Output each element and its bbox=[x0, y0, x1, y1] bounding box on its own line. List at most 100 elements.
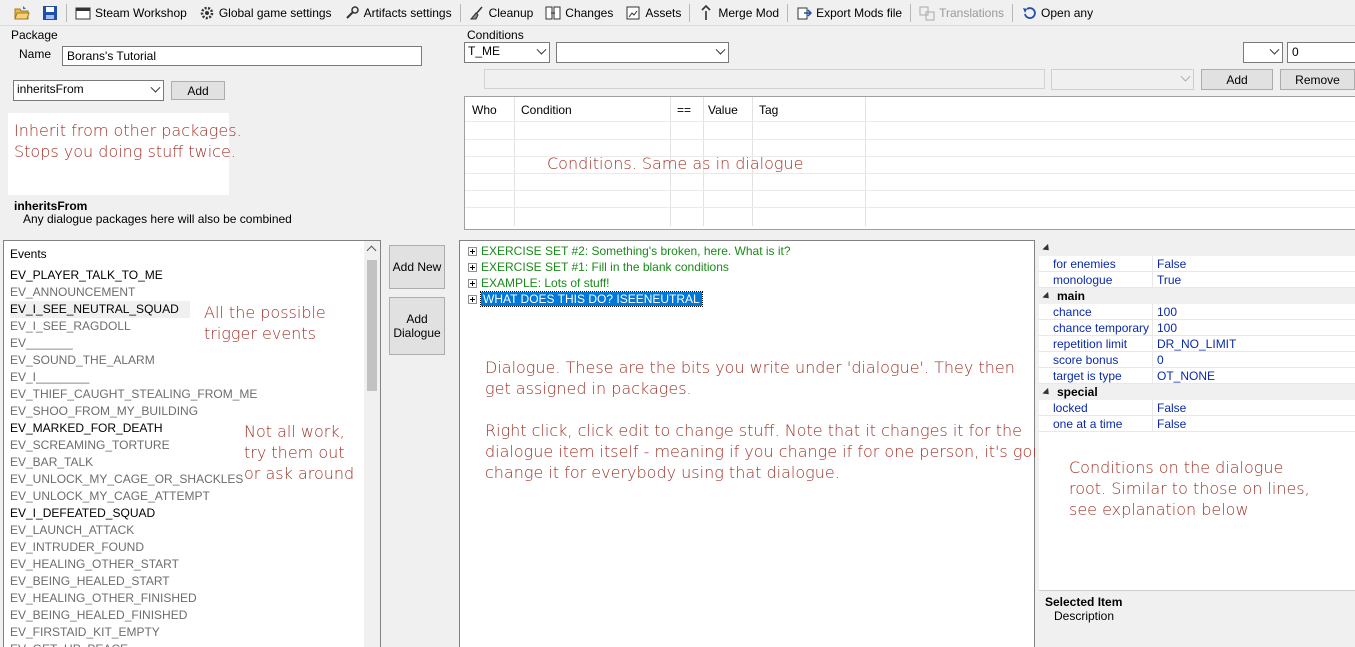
event-item[interactable]: EV_HEALING_OTHER_START bbox=[10, 556, 179, 573]
event-item[interactable]: EV_INTRUDER_FOUND bbox=[10, 539, 144, 556]
property-row[interactable]: for enemies False bbox=[1039, 256, 1355, 272]
column-header-condition[interactable]: Condition bbox=[521, 103, 572, 117]
chevron-up-icon[interactable] bbox=[366, 245, 377, 256]
collapse-triangle-icon[interactable] bbox=[1042, 243, 1052, 253]
add-dialogue-button[interactable]: Add Dialogue bbox=[389, 297, 445, 355]
property-value[interactable]: DR_NO_LIMIT bbox=[1153, 336, 1355, 352]
event-item[interactable]: EV_LAUNCH_ATTACK bbox=[10, 522, 134, 539]
column-header-equals[interactable]: == bbox=[677, 103, 691, 117]
condition-add-button[interactable]: Add bbox=[1201, 69, 1273, 90]
artifacts-settings-button[interactable]: Artifacts settings bbox=[338, 2, 458, 24]
condition-tag-combo[interactable] bbox=[1051, 69, 1194, 90]
collapse-triangle-icon[interactable] bbox=[1042, 387, 1052, 397]
inherits-from-combo[interactable]: inheritsFrom bbox=[13, 80, 164, 101]
event-item[interactable]: EV_MARKED_FOR_DEATH bbox=[10, 420, 162, 437]
open-folder-icon bbox=[14, 5, 30, 21]
condition-text-input[interactable] bbox=[484, 69, 1045, 89]
save-button[interactable] bbox=[36, 2, 64, 24]
collapse-triangle-icon[interactable] bbox=[1042, 291, 1052, 301]
export-mods-button[interactable]: Export Mods file bbox=[790, 2, 908, 24]
event-item[interactable]: EV_I_SEE_NEUTRAL_SQUAD bbox=[10, 301, 190, 318]
property-grid[interactable]: for enemies False monologue True main chanc… bbox=[1039, 240, 1355, 590]
condition-who-combo[interactable]: T_ME bbox=[464, 42, 550, 63]
event-item[interactable]: EV_BEING_HEALED_FINISHED bbox=[10, 607, 187, 624]
merge-mod-button[interactable]: Merge Mod bbox=[692, 2, 785, 24]
condition-value-stepper[interactable]: 0 bbox=[1287, 42, 1355, 63]
property-row[interactable]: chance permanent100 bbox=[1039, 304, 1355, 335]
condition-compare-combo[interactable] bbox=[1243, 42, 1283, 63]
property-value[interactable]: OT_NONE bbox=[1153, 368, 1355, 384]
property-value[interactable]: 100 bbox=[1153, 304, 1355, 320]
tree-node-label[interactable]: WHAT DOES THIS DO? ISEENEUTRAL bbox=[480, 291, 703, 307]
selected-item-description: Description bbox=[1054, 609, 1115, 623]
scrollbar-thumb[interactable] bbox=[367, 260, 377, 391]
property-name: target is type bbox=[1039, 368, 1153, 384]
inherit-add-button[interactable]: Add bbox=[171, 81, 225, 100]
property-value[interactable]: False bbox=[1153, 400, 1355, 416]
assets-button[interactable]: Assets bbox=[619, 2, 687, 24]
tree-node[interactable]: EXERCISE SET #2: Something's broken, her… bbox=[468, 243, 791, 259]
event-item[interactable]: EV_UNLOCK_MY_CAGE_ATTEMPT bbox=[10, 488, 210, 505]
global-settings-button[interactable]: Global game settings bbox=[193, 2, 338, 24]
chevron-down-icon bbox=[1180, 71, 1191, 82]
open-folder-button[interactable] bbox=[8, 2, 36, 24]
property-row[interactable]: score bonus 0 bbox=[1039, 352, 1355, 368]
event-item[interactable]: EV_______ bbox=[10, 335, 73, 352]
cleanup-button[interactable]: Cleanup bbox=[463, 2, 540, 24]
expand-plus-icon[interactable] bbox=[468, 246, 477, 256]
event-item[interactable]: EV_ANNOUNCEMENT bbox=[10, 284, 135, 301]
event-item[interactable]: EV_HEALING_OTHER_FINISHED bbox=[10, 590, 197, 607]
event-item[interactable]: EV_PLAYER_TALK_TO_ME bbox=[10, 267, 163, 284]
event-item[interactable]: EV_I________ bbox=[10, 369, 89, 386]
property-value[interactable]: 100 bbox=[1153, 320, 1355, 336]
event-item[interactable]: EV_BEING_HEALED_START bbox=[10, 573, 170, 590]
event-item[interactable]: EV_SCREAMING_TORTURE bbox=[10, 437, 170, 454]
window-icon bbox=[75, 5, 91, 21]
expand-plus-icon[interactable] bbox=[468, 278, 477, 288]
toolbar-separator bbox=[66, 3, 67, 22]
property-row[interactable]: one at a time False bbox=[1039, 416, 1355, 432]
property-value[interactable]: True bbox=[1153, 272, 1355, 288]
event-item[interactable]: EV_SOUND_THE_ALARM bbox=[10, 352, 155, 369]
condition-type-combo[interactable] bbox=[556, 42, 729, 63]
add-new-button[interactable]: Add New bbox=[389, 245, 445, 289]
events-scrollbar[interactable] bbox=[364, 241, 380, 647]
event-item[interactable]: EV_BAR_TALK bbox=[10, 454, 93, 471]
tree-node-label[interactable]: EXERCISE SET #2: Something's broken, her… bbox=[481, 244, 791, 258]
event-item[interactable]: EV_FIRSTAID_KIT_EMPTY bbox=[10, 624, 160, 641]
property-row[interactable]: locked False bbox=[1039, 400, 1355, 416]
tree-node[interactable]: WHAT DOES THIS DO? ISEENEUTRAL bbox=[468, 291, 703, 307]
tree-node[interactable]: EXERCISE SET #1: Fill in the blank condi… bbox=[468, 259, 729, 275]
event-item[interactable]: EV_GET_UP_PEACE bbox=[10, 641, 128, 647]
column-header-who[interactable]: Who bbox=[472, 103, 497, 117]
package-name-input[interactable]: Borans's Tutorial bbox=[62, 46, 422, 66]
tree-node-label[interactable]: EXAMPLE: Lots of stuff! bbox=[481, 276, 610, 290]
property-value[interactable]: 0 bbox=[1153, 352, 1355, 368]
open-any-button[interactable]: Open any bbox=[1015, 2, 1099, 24]
translations-button[interactable]: Translations bbox=[913, 2, 1010, 24]
column-header-value[interactable]: Value bbox=[708, 103, 738, 117]
expand-plus-icon[interactable] bbox=[468, 294, 477, 304]
event-item[interactable]: EV_I_SEE_RAGDOLL bbox=[10, 318, 131, 335]
property-value[interactable]: False bbox=[1153, 256, 1355, 272]
condition-remove-button[interactable]: Remove bbox=[1280, 69, 1355, 90]
property-row[interactable]: monologue True bbox=[1039, 272, 1355, 288]
property-category-top[interactable] bbox=[1039, 240, 1355, 256]
tree-node[interactable]: EXAMPLE: Lots of stuff! bbox=[468, 275, 610, 291]
property-value[interactable]: False bbox=[1153, 416, 1355, 432]
tree-node-label[interactable]: EXERCISE SET #1: Fill in the blank condi… bbox=[481, 260, 729, 274]
property-category-special[interactable]: special bbox=[1039, 384, 1355, 400]
steam-workshop-button[interactable]: Steam Workshop bbox=[69, 2, 193, 24]
event-item[interactable]: EV_THIEF_CAUGHT_STEALING_FROM_ME bbox=[10, 386, 257, 403]
event-item[interactable]: EV_UNLOCK_MY_CAGE_OR_SHACKLES bbox=[10, 471, 243, 488]
property-category-main[interactable]: main bbox=[1039, 288, 1355, 304]
event-item[interactable]: EV_I_DEFEATED_SQUAD bbox=[10, 505, 155, 522]
property-row[interactable]: repetition limit DR_NO_LIMIT bbox=[1039, 336, 1355, 352]
property-row[interactable]: chance temporary 100 bbox=[1039, 320, 1355, 336]
category-main-label: main bbox=[1057, 289, 1086, 303]
column-header-tag[interactable]: Tag bbox=[759, 103, 778, 117]
changes-button[interactable]: Changes bbox=[539, 2, 619, 24]
property-row[interactable]: target is type OT_NONE bbox=[1039, 368, 1355, 384]
event-item[interactable]: EV_SHOO_FROM_MY_BUILDING bbox=[10, 403, 198, 420]
expand-plus-icon[interactable] bbox=[468, 262, 477, 272]
